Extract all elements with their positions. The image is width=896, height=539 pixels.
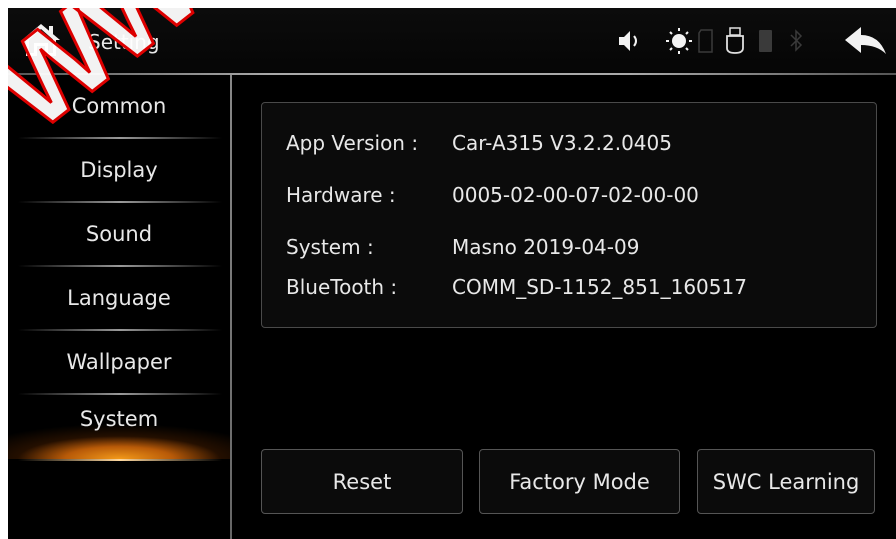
- info-label: System :: [286, 235, 374, 259]
- sidebar-item-display[interactable]: Display: [8, 139, 230, 201]
- info-label: Hardware :: [286, 183, 396, 207]
- sidebar-item-label: System: [79, 407, 159, 431]
- info-value: COMM_SD-1152_851_160517: [452, 275, 747, 299]
- sidebar-item-label: Display: [80, 158, 158, 182]
- back-button[interactable]: [843, 24, 889, 58]
- sidebar-item-label: Sound: [85, 222, 153, 246]
- info-value: Car-A315 V3.2.2.0405: [452, 131, 672, 155]
- sidebar-item-label: Common: [71, 94, 167, 118]
- volume-icon[interactable]: [616, 26, 644, 56]
- header-bar: Setting: [8, 8, 896, 74]
- info-value: 0005-02-00-07-02-00-00: [452, 183, 699, 207]
- phone-icon: [759, 30, 772, 52]
- sidebar-item-system[interactable]: System: [8, 395, 230, 459]
- setting-screen: Setting Common Display Sound Language Wa…: [8, 8, 896, 539]
- sidebar-separator: [18, 459, 222, 461]
- sidebar-item-wallpaper[interactable]: Wallpaper: [8, 331, 230, 393]
- system-info-panel: App Version : Car-A315 V3.2.2.0405 Hardw…: [261, 102, 877, 328]
- reset-button[interactable]: Reset: [261, 449, 463, 514]
- usb-icon: [726, 27, 744, 54]
- settings-sidebar: Common Display Sound Language Wallpaper …: [8, 75, 232, 539]
- info-label: BlueTooth :: [286, 275, 398, 299]
- back-arrow-icon: [845, 27, 886, 54]
- page-title: Setting: [88, 30, 160, 54]
- sd-card-icon: [698, 29, 713, 53]
- home-button[interactable]: [20, 22, 62, 58]
- bluetooth-icon: [790, 29, 803, 52]
- factory-mode-button[interactable]: Factory Mode: [479, 449, 680, 514]
- swc-learning-button[interactable]: SWC Learning: [697, 449, 875, 514]
- sidebar-item-common[interactable]: Common: [8, 75, 230, 137]
- sidebar-item-label: Language: [67, 286, 171, 310]
- info-label: App Version :: [286, 131, 419, 155]
- sidebar-divider: [230, 75, 232, 539]
- sidebar-item-sound[interactable]: Sound: [8, 203, 230, 265]
- brightness-icon[interactable]: [664, 26, 694, 56]
- home-icon: [22, 24, 60, 56]
- sidebar-item-language[interactable]: Language: [8, 267, 230, 329]
- sidebar-item-label: Wallpaper: [66, 350, 172, 374]
- info-value: Masno 2019-04-09: [452, 235, 640, 259]
